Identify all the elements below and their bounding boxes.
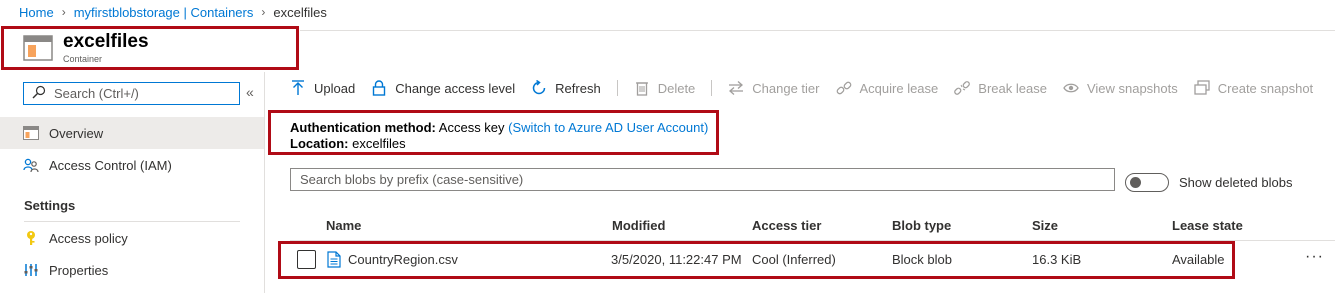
blob-lease-state: Available	[1172, 252, 1225, 267]
location-line: Location: excelfiles	[290, 136, 406, 151]
header-divider	[300, 30, 1335, 31]
blob-name-link[interactable]: CountryRegion.csv	[348, 252, 458, 267]
change-access-level-label: Change access level	[395, 80, 516, 96]
breadcrumb-home-link[interactable]: Home	[19, 5, 54, 20]
properties-icon	[23, 262, 39, 278]
overview-icon	[23, 125, 39, 141]
sidebar-item-label: Properties	[49, 262, 109, 278]
column-header-name[interactable]: Name	[326, 218, 361, 233]
auth-method-label: Authentication method:	[290, 120, 436, 135]
blob-type: Block blob	[892, 252, 952, 267]
change-tier-label: Change tier	[752, 80, 820, 96]
more-options-icon[interactable]: ···	[1305, 248, 1324, 266]
sidebar-search[interactable]	[23, 82, 240, 105]
change-access-level-button[interactable]: Change access level	[371, 80, 515, 96]
change-tier-button[interactable]: Change tier	[728, 80, 820, 96]
break-lease-button[interactable]: Break lease	[954, 80, 1047, 96]
sidebar-divider	[264, 72, 265, 293]
auth-method-line: Authentication method: Access key (Switc…	[290, 120, 708, 135]
row-select-checkbox[interactable]	[297, 250, 316, 269]
column-header-access-tier[interactable]: Access tier	[752, 218, 821, 233]
switch-auth-link[interactable]: (Switch to Azure AD User Account)	[508, 120, 708, 135]
refresh-icon	[531, 80, 547, 96]
search-icon	[32, 85, 46, 102]
settings-section-heading: Settings	[24, 198, 76, 213]
lock-icon	[371, 80, 387, 96]
view-snapshots-button[interactable]: View snapshots	[1063, 80, 1178, 96]
show-deleted-toggle[interactable]	[1125, 173, 1169, 192]
delete-label: Delete	[657, 80, 696, 96]
refresh-button[interactable]: Refresh	[531, 80, 601, 96]
create-snapshot-label: Create snapshot	[1217, 80, 1314, 96]
people-icon	[23, 157, 39, 173]
toggle-knob	[1130, 177, 1141, 188]
breadcrumb-containers-link[interactable]: myfirstblobstorage | Containers	[74, 5, 254, 20]
acquire-lease-label: Acquire lease	[859, 80, 939, 96]
broken-link-icon	[954, 80, 971, 96]
sidebar-item-properties[interactable]: Properties	[0, 254, 264, 286]
create-snapshot-button[interactable]: Create snapshot	[1194, 80, 1313, 96]
location-label: Location:	[290, 136, 349, 151]
file-icon	[327, 251, 341, 268]
column-header-blob-type[interactable]: Blob type	[892, 218, 951, 233]
page-title: excelfiles	[63, 31, 149, 52]
sidebar-item-overview[interactable]: Overview	[0, 117, 264, 149]
column-header-modified[interactable]: Modified	[612, 218, 665, 233]
sidebar-item-access-policy[interactable]: Access policy	[0, 222, 264, 254]
blob-access-tier: Cool (Inferred)	[752, 252, 836, 267]
container-icon	[23, 34, 53, 62]
refresh-label: Refresh	[555, 80, 601, 96]
delete-button[interactable]: Delete	[634, 80, 696, 96]
sidebar-item-access-control[interactable]: Access Control (IAM)	[0, 149, 264, 181]
column-header-lease-state[interactable]: Lease state	[1172, 218, 1243, 233]
sidebar-search-input[interactable]	[54, 86, 224, 101]
trash-icon	[634, 80, 650, 96]
show-deleted-label: Show deleted blobs	[1179, 175, 1293, 190]
collapse-sidebar-icon[interactable]: «	[246, 84, 254, 100]
toolbar-separator	[616, 80, 618, 96]
eye-icon	[1063, 80, 1079, 96]
acquire-lease-button[interactable]: Acquire lease	[836, 80, 939, 96]
command-bar: Upload Change access level Refresh Delet…	[290, 76, 1329, 100]
link-icon	[836, 80, 852, 96]
location-value: excelfiles	[352, 136, 406, 151]
upload-label: Upload	[314, 80, 356, 96]
upload-button[interactable]: Upload	[290, 80, 355, 96]
blob-size: 16.3 KiB	[1032, 252, 1082, 267]
blob-modified: 3/5/2020, 11:22:47 PM	[611, 252, 742, 267]
toolbar-separator	[711, 80, 713, 96]
sidebar-item-label: Access Control (IAM)	[49, 157, 172, 173]
sidebar-item-label: Access policy	[49, 230, 128, 246]
snapshot-icon	[1194, 80, 1210, 96]
swap-arrows-icon	[728, 80, 744, 96]
blob-search-input[interactable]	[300, 172, 1100, 187]
chevron-right-icon: ›	[261, 5, 266, 19]
upload-icon	[290, 80, 306, 96]
break-lease-label: Break lease	[978, 80, 1047, 96]
blob-search[interactable]	[290, 168, 1115, 191]
column-header-size[interactable]: Size	[1032, 218, 1058, 233]
breadcrumb: Home › myfirstblobstorage | Containers ›…	[19, 4, 327, 20]
page-subtitle: Container	[63, 54, 103, 64]
key-icon	[23, 230, 39, 246]
view-snapshots-label: View snapshots	[1086, 80, 1178, 96]
sidebar-item-label: Overview	[49, 125, 104, 141]
breadcrumb-current: excelfiles	[273, 4, 327, 20]
chevron-right-icon: ›	[61, 5, 66, 19]
auth-method-value: Access key	[438, 120, 505, 135]
